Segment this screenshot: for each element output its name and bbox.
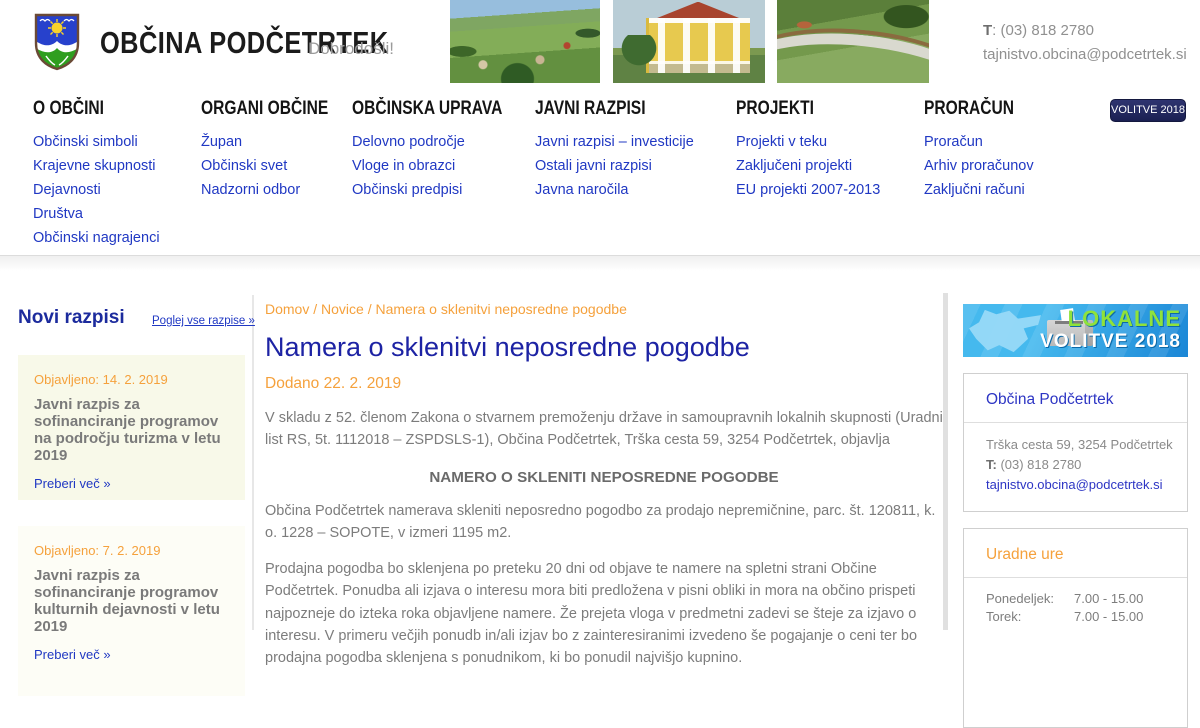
- right-sidebar: LOKALNE VOLITVE 2018 Občina Podčetrtek T…: [963, 304, 1188, 728]
- nav-item[interactable]: Javna naročila: [535, 178, 694, 202]
- nav-item[interactable]: Arhiv proračunov: [924, 154, 1034, 178]
- breadcrumb[interactable]: Domov / Novice / Namera o sklenitvi nepo…: [265, 301, 943, 317]
- site-header: OBČINA PODČETRTEK Dobrodošli! T: (03) 81…: [0, 0, 1200, 84]
- office-hours-row: Ponedeljek: 7.00 - 15.00: [986, 591, 1144, 606]
- nav-item[interactable]: Ostali javni razpisi: [535, 154, 694, 178]
- header-photo-footpath: [777, 0, 929, 83]
- nav-column-proracun: PRORAČUN Proračun Arhiv proračunov Zaklj…: [924, 98, 1034, 202]
- office-hours-title: Uradne ure: [964, 529, 1187, 578]
- nav-item[interactable]: Društva: [33, 202, 160, 226]
- nav-heading-o-obcini[interactable]: O OBČINI: [33, 98, 160, 120]
- office-hours-box: Uradne ure Ponedeljek: 7.00 - 15.00 Tore…: [963, 528, 1188, 728]
- contact-address: Trška cesta 59, 3254 Podčetrtek: [986, 437, 1173, 452]
- tender-card: Objavljeno: 14. 2. 2019 Javni razpis za …: [18, 355, 245, 500]
- building-roof: [652, 1, 744, 20]
- banner-line1: LOKALNE: [1067, 306, 1181, 331]
- new-tenders-title: Novi razpisi: [18, 307, 125, 328]
- read-more-link[interactable]: Preberi več »: [34, 476, 229, 491]
- article-date: Dodano 22. 2. 2019: [265, 375, 402, 392]
- nav-heading-proracun[interactable]: PRORAČUN: [924, 98, 1034, 120]
- nav-column-projekti: PROJEKTI Projekti v teku Zaključeni proj…: [736, 98, 880, 202]
- article-subheading: NAMERO O SKLENITI NEPOSREDNE POGODBE: [429, 468, 779, 486]
- contact-phone: T: (03) 818 2780: [986, 457, 1082, 472]
- nav-item[interactable]: Občinski simboli: [33, 130, 160, 154]
- read-more-link[interactable]: Preberi več »: [34, 647, 229, 662]
- banner-line2: VOLITVE 2018: [1040, 331, 1181, 352]
- tender-published-date: Objavljeno: 7. 2. 2019: [34, 543, 161, 558]
- header-email-link[interactable]: tajnistvo.obcina@podcetrtek.si: [983, 46, 1187, 63]
- nav-bottom-divider: [0, 255, 1200, 271]
- nav-item[interactable]: Župan: [201, 130, 356, 154]
- nav-item[interactable]: Občinski predpisi: [352, 178, 535, 202]
- tender-title-link[interactable]: Javni razpis za sofinanciranje programov…: [34, 396, 229, 464]
- volitve-2018-button[interactable]: VOLITVE 2018: [1110, 99, 1186, 122]
- tender-card: Objavljeno: 7. 2. 2019 Javni razpis za s…: [18, 526, 245, 696]
- welcome-text: Dobrodošli!: [308, 39, 394, 58]
- nav-heading-obcinska-uprava[interactable]: OBČINSKA UPRAVA: [352, 98, 535, 120]
- contact-box: Občina Podčetrtek Trška cesta 59, 3254 P…: [963, 373, 1188, 512]
- nav-item[interactable]: Projekti v teku: [736, 130, 880, 154]
- nav-item[interactable]: Proračun: [924, 130, 1034, 154]
- office-hours-row: Torek: 7.00 - 15.00: [986, 608, 1144, 624]
- nav-item[interactable]: Dejavnosti: [33, 178, 160, 202]
- header-photo-townhall: [613, 0, 765, 83]
- nav-column-obcinska-uprava: OBČINSKA UPRAVA Delovno področje Vloge i…: [352, 98, 535, 202]
- contact-email-link[interactable]: tajnistvo.obcina@podcetrtek.si: [986, 477, 1163, 492]
- site-title[interactable]: OBČINA PODČETRTEK: [100, 25, 452, 61]
- article-main: Domov / Novice / Namera o sklenitvi nepo…: [265, 301, 943, 670]
- tender-title-link[interactable]: Javni razpis za sofinanciranje programov…: [34, 567, 229, 635]
- building-tree: [619, 34, 659, 69]
- nav-item[interactable]: Javni razpisi – investicije: [535, 130, 694, 154]
- nav-item[interactable]: Delovno področje: [352, 130, 535, 154]
- nav-item[interactable]: Vloge in obrazci: [352, 154, 535, 178]
- nav-item[interactable]: Krajevne skupnosti: [33, 154, 160, 178]
- nav-heading-organi-obcine[interactable]: ORGANI OBČINE: [201, 98, 356, 120]
- municipality-coat-of-arms-logo[interactable]: [33, 13, 81, 71]
- nav-item[interactable]: Zaključni računi: [924, 178, 1034, 202]
- right-column-divider: [943, 293, 948, 630]
- nav-item[interactable]: Nadzorni odbor: [201, 178, 356, 202]
- nav-item[interactable]: Občinski nagrajenci: [33, 226, 160, 250]
- see-all-tenders-link[interactable]: Poglej vse razpise »: [152, 315, 255, 327]
- header-contact: T: (03) 818 2780 tajnistvo.obcina@podcet…: [983, 19, 1187, 67]
- nav-item[interactable]: Zaključeni projekti: [736, 154, 880, 178]
- contact-box-title[interactable]: Občina Podčetrtek: [964, 374, 1187, 423]
- building-facade: [646, 18, 750, 74]
- main-navigation: O OBČINI Občinski simboli Krajevne skupn…: [0, 84, 1200, 255]
- header-photo-hills: [450, 0, 600, 83]
- slovenia-map-icon: [969, 309, 1041, 353]
- nav-item[interactable]: Občinski svet: [201, 154, 356, 178]
- nav-heading-projekti[interactable]: PROJEKTI: [736, 98, 880, 120]
- nav-heading-javni-razpisi[interactable]: JAVNI RAZPISI: [535, 98, 694, 120]
- article-paragraph: V skladu z 52. členom Zakona o stvarnem …: [265, 410, 943, 449]
- left-column-divider: [252, 295, 254, 630]
- tender-published-date: Objavljeno: 14. 2. 2019: [34, 372, 168, 387]
- header-phone: T: (03) 818 2780: [983, 22, 1094, 39]
- nav-column-javni-razpisi: JAVNI RAZPISI Javni razpisi – investicij…: [535, 98, 694, 202]
- page-title: Namera o sklenitvi neposredne pogodbe: [265, 332, 750, 362]
- nav-column-organi-obcine: ORGANI OBČINE Župan Občinski svet Nadzor…: [201, 98, 356, 202]
- lokalne-volitve-banner[interactable]: LOKALNE VOLITVE 2018: [963, 304, 1188, 357]
- nav-item[interactable]: EU projekti 2007-2013: [736, 178, 880, 202]
- article-paragraph: Občina Podčetrtek namerava skleniti nepo…: [265, 502, 936, 541]
- article-paragraph: Prodajna pogodba bo sklenjena po preteku…: [265, 561, 918, 667]
- nav-column-o-obcini: O OBČINI Občinski simboli Krajevne skupn…: [33, 98, 160, 250]
